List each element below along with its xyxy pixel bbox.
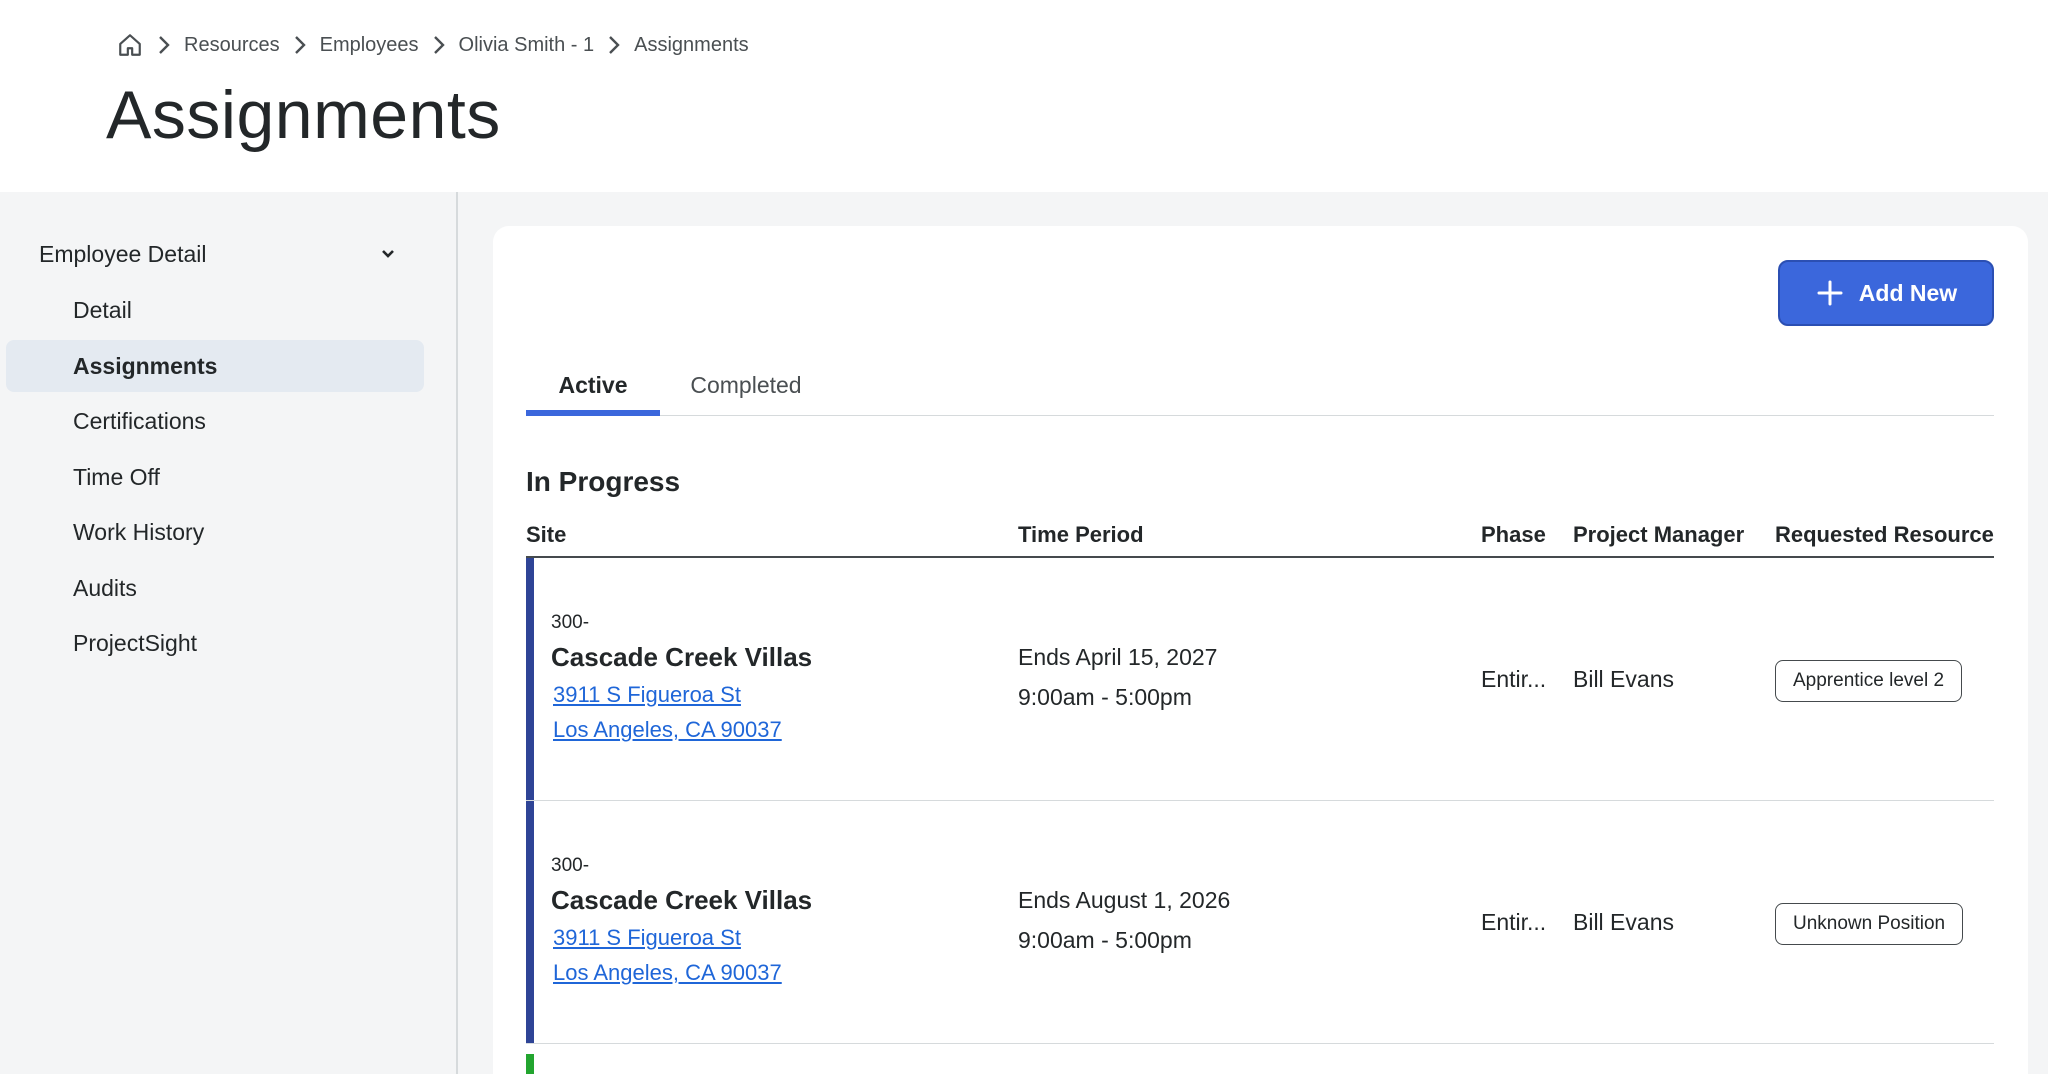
sidebar-item-assignments[interactable]: Assignments (6, 340, 424, 392)
project-manager: Bill Evans (1573, 666, 1674, 692)
table-row[interactable]: 300- Cascade Creek Villas 3911 S Figuero… (526, 558, 1994, 801)
sidebar-item-label: Assignments (73, 352, 218, 379)
site-address-link[interactable]: 3911 S Figueroa St (553, 682, 741, 708)
project-manager: Bill Evans (1573, 909, 1674, 935)
column-header-time-period[interactable]: Time Period (1018, 522, 1144, 548)
assignments-card: Add New Active Completed In Progress Sit… (493, 226, 2028, 1074)
site-code: 300- (551, 855, 590, 876)
chevron-right-icon (594, 33, 634, 57)
breadcrumb-employee[interactable]: Olivia Smith - 1 (459, 34, 595, 57)
site-name: Cascade Creek Villas (551, 642, 813, 672)
page-title: Assignments (106, 77, 501, 153)
sidebar-item-audits[interactable]: Audits (6, 562, 424, 614)
site-address-link[interactable]: 3911 S Figueroa St (553, 925, 741, 951)
time-period-end: Ends August 1, 2026 (1018, 887, 1231, 913)
phase-value: Entir... (1481, 666, 1547, 692)
home-icon[interactable] (116, 31, 144, 59)
sidebar-item-projectsight[interactable]: ProjectSight (6, 617, 424, 669)
site-name: Cascade Creek Villas (551, 885, 813, 915)
sidebar: Employee Detail Detail Assignments Certi… (0, 192, 458, 1074)
time-period-hours: 9:00am - 5:00pm (1018, 927, 1192, 953)
requested-resource-badge: Unknown Position (1775, 903, 1964, 945)
tab-completed[interactable]: Completed (678, 354, 814, 416)
sidebar-item-certifications[interactable]: Certifications (6, 395, 424, 447)
site-address-link[interactable]: Los Angeles, CA 90037 (553, 960, 782, 986)
time-period-hours: 9:00am - 5:00pm (1018, 684, 1192, 710)
status-tabs: Active Completed (526, 354, 1994, 416)
sidebar-item-label: ProjectSight (73, 629, 198, 656)
chevron-right-icon (419, 33, 459, 57)
sidebar-item-label: Time Off (73, 463, 160, 490)
plus-icon (1815, 278, 1845, 308)
page-header: Resources Employees Olivia Smith - 1 Ass… (0, 0, 2048, 192)
breadcrumb-employees[interactable]: Employees (320, 34, 419, 57)
sidebar-item-label: Certifications (73, 407, 206, 434)
sidebar-item-label: Work History (73, 518, 205, 545)
content-area: Employee Detail Detail Assignments Certi… (0, 192, 2048, 1074)
sidebar-group-label: Employee Detail (39, 240, 207, 267)
sidebar-item-label: Detail (73, 296, 132, 323)
sidebar-item-time-off[interactable]: Time Off (6, 451, 424, 503)
add-new-label: Add New (1858, 279, 1958, 306)
site-address-link[interactable]: Los Angeles, CA 90037 (553, 717, 782, 743)
phase-value: Entir... (1481, 909, 1547, 935)
time-period-end: Ends April 15, 2027 (1018, 644, 1218, 670)
site-code: 300- (551, 612, 590, 633)
row-status-bar (526, 558, 534, 800)
chevron-right-icon (144, 33, 184, 57)
column-header-site[interactable]: Site (526, 522, 566, 548)
add-new-button[interactable]: Add New (1778, 260, 1994, 326)
sidebar-item-work-history[interactable]: Work History (6, 506, 424, 558)
row-status-bar (526, 1054, 534, 1074)
sidebar-item-label: Audits (73, 574, 137, 601)
column-header-phase[interactable]: Phase (1481, 522, 1546, 548)
table-row[interactable]: 300- Cascade Creek Villas 3911 S Figuero… (526, 801, 1994, 1044)
column-header-project-manager[interactable]: Project Manager (1573, 522, 1744, 548)
table-header: Site Time Period Phase Project Manager R… (526, 518, 1994, 558)
sidebar-item-detail[interactable]: Detail (6, 284, 424, 336)
breadcrumb-resources[interactable]: Resources (184, 34, 280, 57)
sidebar-group-employee-detail[interactable]: Employee Detail (39, 236, 399, 272)
column-header-requested-resource[interactable]: Requested Resource (1775, 522, 1994, 548)
tab-active[interactable]: Active (526, 354, 660, 416)
requested-resource-badge: Apprentice level 2 (1775, 660, 1963, 702)
breadcrumb-current: Assignments (634, 33, 749, 56)
chevron-down-icon (377, 243, 399, 265)
breadcrumb: Resources Employees Olivia Smith - 1 Ass… (116, 28, 749, 62)
chevron-right-icon (280, 33, 320, 57)
section-title: In Progress (526, 466, 681, 497)
row-status-bar (526, 801, 534, 1043)
